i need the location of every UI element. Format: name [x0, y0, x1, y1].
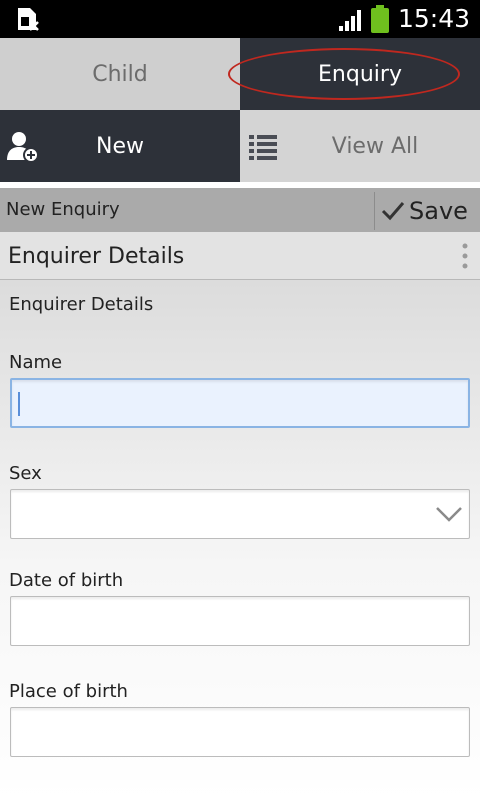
sex-label: Sex — [9, 463, 42, 484]
section-header-label: Enquirer Details — [8, 244, 185, 269]
list-icon — [249, 135, 277, 160]
view-all-button-label: View All — [331, 133, 419, 159]
tab-enquiry[interactable]: Enquiry — [228, 38, 480, 110]
tab-child-label: Child — [92, 61, 148, 87]
overflow-menu-icon[interactable] — [460, 242, 470, 270]
new-button-label: New — [96, 133, 144, 159]
dob-label: Date of birth — [9, 570, 124, 591]
place-of-birth-field[interactable] — [10, 707, 470, 757]
tab-enquiry-label: Enquiry — [318, 61, 402, 87]
sex-dropdown[interactable] — [10, 489, 470, 539]
text-caret — [18, 392, 20, 416]
battery-icon — [371, 5, 389, 33]
status-bar: 15:43 — [0, 0, 480, 38]
enquiry-form: Enquirer Details Name Sex Date of birth … — [0, 280, 480, 800]
sim-card-icon — [18, 8, 39, 31]
checkmark-icon — [381, 202, 405, 221]
action-tab-bar: New View All — [0, 110, 480, 182]
save-button[interactable]: Save — [374, 192, 480, 230]
date-of-birth-field[interactable] — [10, 596, 470, 646]
top-tab-bar: Child Enquiry — [0, 38, 480, 110]
pob-label: Place of birth — [9, 681, 128, 702]
page-title: New Enquiry — [6, 199, 120, 220]
chevron-down-icon — [436, 507, 462, 522]
clock: 15:43 — [398, 4, 471, 33]
section-header[interactable]: Enquirer Details — [0, 232, 480, 280]
title-bar: New Enquiry Save — [0, 188, 480, 232]
signal-icon — [339, 10, 361, 31]
save-button-label: Save — [409, 197, 468, 225]
tab-child[interactable]: Child — [0, 38, 240, 110]
add-person-icon — [7, 132, 39, 163]
new-button[interactable]: New — [0, 110, 240, 182]
name-field[interactable] — [10, 378, 470, 428]
section-subheader: Enquirer Details — [9, 294, 154, 315]
name-label: Name — [9, 352, 63, 373]
